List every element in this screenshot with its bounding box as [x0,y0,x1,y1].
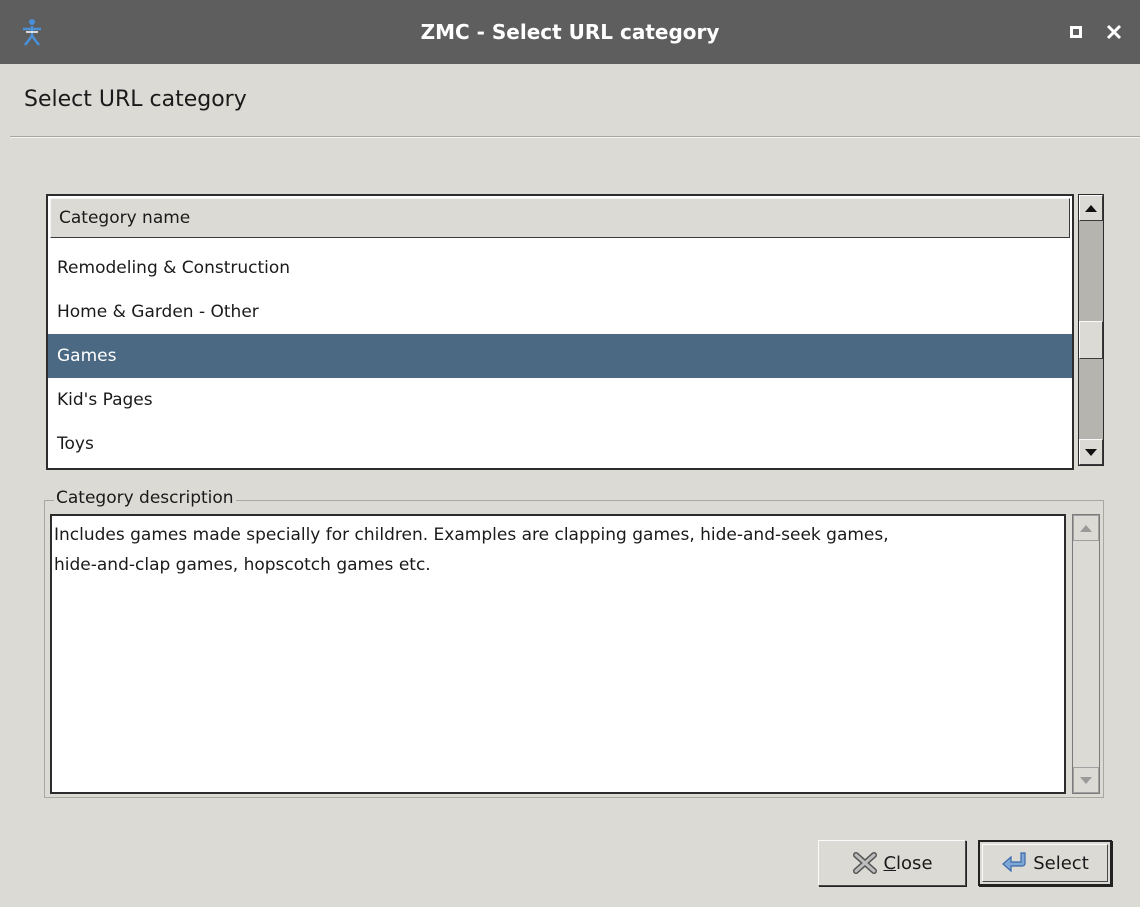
description-scrollbar[interactable] [1072,514,1100,794]
list-scrollbar[interactable] [1078,194,1104,466]
close-icon [1106,24,1122,40]
title-bar: ZMC - Select URL category [0,0,1140,64]
list-item[interactable]: Remodeling & Construction [48,246,1072,290]
scroll-up-button[interactable] [1079,195,1103,221]
header-divider [10,136,1140,138]
category-list[interactable]: Category name Remodeling & Construction … [46,194,1074,470]
description-group-label: Category description [54,484,236,512]
select-button-face: Select [982,844,1108,882]
description-line: hide-and-clap games, hopscotch games etc… [54,555,431,575]
scroll-down-button[interactable] [1073,767,1099,793]
maximize-button[interactable] [1062,16,1090,48]
scroll-thumb[interactable] [1079,321,1103,359]
select-button-label: Select [1033,852,1089,874]
scroll-down-button[interactable] [1079,439,1103,465]
maximize-icon [1070,26,1082,38]
list-item[interactable]: Kid's Pages [48,378,1072,422]
list-item[interactable]: Toys [48,422,1072,466]
select-button[interactable]: Select [978,840,1112,886]
description-line: Includes games made specially for childr… [54,525,889,545]
list-item[interactable]: Home & Garden - Other [48,290,1072,334]
close-icon [853,852,878,874]
arrow-down-icon [1085,448,1097,456]
arrow-up-icon [1080,524,1092,532]
window-title: ZMC - Select URL category [420,20,720,44]
enter-arrow-icon [1002,852,1026,873]
window-close-button[interactable] [1100,16,1128,48]
list-item-selected[interactable]: Games [48,334,1072,378]
column-header-category-name[interactable]: Category name [50,198,1070,238]
description-text[interactable]: Includes games made specially for childr… [50,514,1066,794]
arrow-down-icon [1080,776,1092,784]
close-button-label: Close [883,852,933,874]
category-rows: Remodeling & Construction Home & Garden … [48,246,1072,466]
close-button[interactable]: Close [818,840,966,886]
arrow-up-icon [1085,204,1097,212]
page-title: Select URL category [24,87,247,112]
scroll-up-button[interactable] [1073,515,1099,541]
